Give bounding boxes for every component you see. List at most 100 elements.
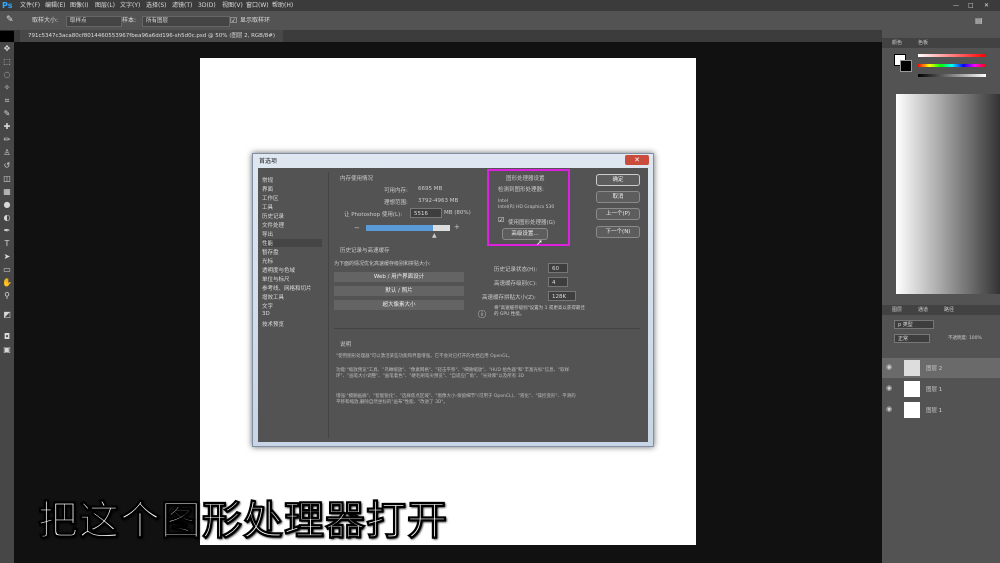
eyedropper-tool-icon[interactable]: ✎ <box>2 109 12 119</box>
tab-swatches[interactable]: 色板 <box>918 40 928 46</box>
menu-edit[interactable]: 编辑(E) <box>45 0 65 11</box>
cache-levels-input[interactable]: 4 <box>548 277 568 287</box>
memory-use-input[interactable]: 5516 <box>410 208 442 218</box>
red-slider[interactable] <box>918 54 986 57</box>
memory-decrease-icon[interactable]: − <box>354 224 360 232</box>
nav-scratch-disks[interactable]: 暂存盘 <box>262 248 279 256</box>
tab-channels[interactable]: 通道 <box>918 307 928 313</box>
memory-slider-handle[interactable]: ▲ <box>432 232 437 239</box>
preset-default-photo-button[interactable]: 默认 / 照片 <box>334 286 464 296</box>
crop-tool-icon[interactable]: ⌗ <box>2 96 12 106</box>
lasso-tool-icon[interactable]: ◌ <box>2 70 12 80</box>
eye-icon[interactable]: ◉ <box>886 363 892 371</box>
menu-file[interactable]: 文件(F) <box>20 0 40 11</box>
preferences-dialog: 首选项 ✕ 常规 界面 工作区 工具 历史记录 文件处理 导出 性能 暂存盘 光… <box>252 153 654 447</box>
foreground-color-swatch[interactable]: ◩ <box>2 310 12 320</box>
marquee-tool-icon[interactable]: ⬚ <box>2 57 12 67</box>
layer-row[interactable]: ◉ 图层 1 <box>882 379 1000 399</box>
preset-web-ui-button[interactable]: Web / 用户界面设计 <box>334 272 464 282</box>
menu-help[interactable]: 帮助(H) <box>272 0 293 11</box>
nav-history[interactable]: 历史记录 <box>262 212 284 220</box>
gradient-tool-icon[interactable]: ▦ <box>2 187 12 197</box>
nav-plugins[interactable]: 增效工具 <box>262 293 284 301</box>
eye-icon[interactable]: ◉ <box>886 384 892 392</box>
nav-transparency[interactable]: 透明度与色域 <box>262 266 295 274</box>
nav-tools[interactable]: 工具 <box>262 203 273 211</box>
nav-interface[interactable]: 界面 <box>262 185 273 193</box>
background-swatch[interactable] <box>900 60 912 72</box>
hand-tool-icon[interactable]: ✋ <box>2 278 12 288</box>
tab-paths[interactable]: 路径 <box>944 307 954 313</box>
menu-type[interactable]: 文字(Y) <box>120 0 140 11</box>
opacity-label[interactable]: 不透明度: 100% <box>948 335 982 341</box>
brush-tool-icon[interactable]: ✏ <box>2 135 12 145</box>
blend-mode-select[interactable]: 正常 <box>894 334 930 343</box>
menu-layer[interactable]: 图层(L) <box>95 0 115 11</box>
healing-brush-icon[interactable]: ✚ <box>2 122 12 132</box>
nav-workspace[interactable]: 工作区 <box>262 194 279 202</box>
close-window-icon[interactable]: ✕ <box>984 0 989 11</box>
menu-image[interactable]: 图像(I) <box>70 0 88 11</box>
nav-type[interactable]: 文字 <box>262 302 273 310</box>
nav-units[interactable]: 单位与标尺 <box>262 275 290 283</box>
hue-slider[interactable] <box>918 64 986 67</box>
nav-file-handling[interactable]: 文件处理 <box>262 221 284 229</box>
next-button[interactable]: 下一个(N) <box>596 226 640 238</box>
tab-layers[interactable]: 图层 <box>892 307 902 313</box>
maximize-icon[interactable]: □ <box>968 0 974 11</box>
workspace-icon[interactable]: ▤ <box>975 11 983 30</box>
memory-increase-icon[interactable]: + <box>454 223 460 231</box>
eye-icon[interactable]: ◉ <box>886 405 892 413</box>
layer-row-selected[interactable]: ◉ 图层 2 <box>882 358 1000 378</box>
dodge-tool-icon[interactable]: ◐ <box>2 213 12 223</box>
document-tab[interactable]: 791c5347c3aca80cf8014460553967fbea96a6dd… <box>20 30 284 42</box>
stamp-tool-icon[interactable]: ♙ <box>2 148 12 158</box>
layer-filter-select[interactable]: p 类型 <box>894 320 934 329</box>
nav-tech-preview[interactable]: 技术预览 <box>262 320 284 328</box>
menu-window[interactable]: 窗口(W) <box>246 0 269 11</box>
nav-export[interactable]: 导出 <box>262 230 273 238</box>
history-brush-icon[interactable]: ↺ <box>2 161 12 171</box>
nav-general[interactable]: 常规 <box>262 176 273 184</box>
nav-performance[interactable]: 性能 <box>262 239 322 247</box>
dialog-close-button[interactable]: ✕ <box>625 155 649 165</box>
eraser-tool-icon[interactable]: ◫ <box>2 174 12 184</box>
quick-select-icon[interactable]: ✧ <box>2 83 12 93</box>
brightness-slider[interactable] <box>918 74 986 77</box>
eyedropper-icon[interactable]: ✎ <box>6 11 14 30</box>
path-select-icon[interactable]: ➤ <box>2 252 12 262</box>
color-gradient-field[interactable] <box>896 94 1000 294</box>
preset-huge-pixel-button[interactable]: 超大像素大小 <box>334 300 464 310</box>
use-gpu-checkbox[interactable]: ☑ <box>498 216 504 224</box>
menu-view[interactable]: 视图(V) <box>222 0 243 11</box>
menu-3d[interactable]: 3D(D) <box>198 0 216 11</box>
menu-select[interactable]: 选择(S) <box>146 0 167 11</box>
layer-name: 图层 1 <box>926 408 943 414</box>
layer-thumbnail <box>904 381 920 397</box>
tile-size-select[interactable]: 128K <box>548 291 576 301</box>
pen-tool-icon[interactable]: ✒ <box>2 226 12 236</box>
shape-tool-icon[interactable]: ▭ <box>2 265 12 275</box>
options-bar: ✎ 取样大小: 取样点 样本: 所有图层 ☑ 显示取样环 ▤ <box>0 11 1000 31</box>
nav-guides[interactable]: 参考线、网格和切片 <box>262 284 312 292</box>
history-states-input[interactable]: 60 <box>548 263 568 273</box>
menu-filter[interactable]: 滤镜(T) <box>172 0 192 11</box>
screen-mode-icon[interactable]: ▣ <box>2 345 12 355</box>
zoom-tool-icon[interactable]: ⚲ <box>2 291 12 301</box>
type-tool-icon[interactable]: T <box>2 239 12 249</box>
minimize-icon[interactable]: — <box>953 0 959 11</box>
memory-slider-track[interactable] <box>366 225 450 231</box>
layer-row[interactable]: ◉ 图层 1 <box>882 400 1000 420</box>
sample-size-select[interactable]: 取样点 <box>66 16 122 27</box>
quick-mask-icon[interactable]: ◘ <box>2 332 12 342</box>
show-ring-checkbox[interactable]: ☑ <box>230 11 237 30</box>
blur-tool-icon[interactable]: ● <box>2 200 12 210</box>
cancel-button[interactable]: 取消 <box>596 191 640 203</box>
ok-button[interactable]: 确定 <box>596 174 640 186</box>
nav-cursors[interactable]: 光标 <box>262 257 273 265</box>
nav-3d[interactable]: 3D <box>262 311 270 317</box>
previous-button[interactable]: 上一个(P) <box>596 208 640 220</box>
sample-select[interactable]: 所有图层 <box>142 16 230 27</box>
tab-color[interactable]: 颜色 <box>892 40 902 46</box>
move-tool-icon[interactable]: ✥ <box>2 44 12 54</box>
